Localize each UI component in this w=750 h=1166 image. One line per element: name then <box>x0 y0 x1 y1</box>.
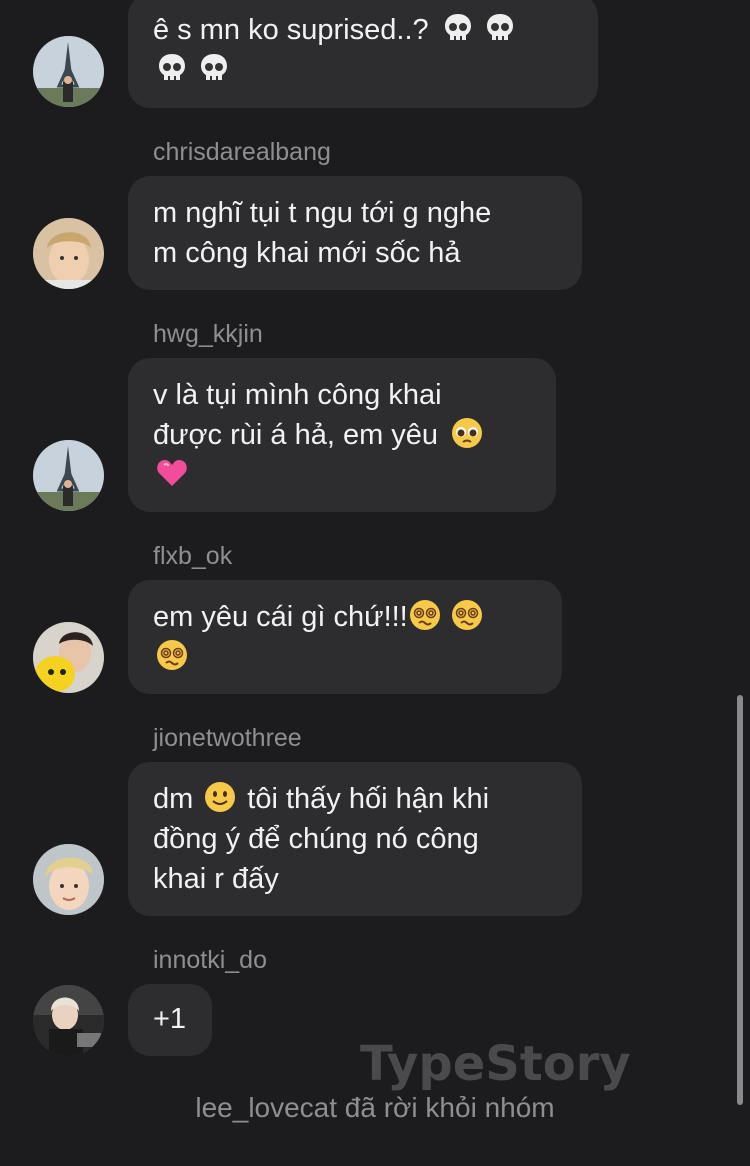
avatar[interactable] <box>33 218 104 289</box>
person-at-desk-photo <box>33 985 104 1056</box>
message-text: em yêu cái gì chứ!!! <box>153 601 408 633</box>
sender-name: chrisdarealbang <box>153 138 331 166</box>
message-text: dm <box>153 783 194 815</box>
typestory-watermark: TypeStory <box>360 1036 631 1092</box>
avatar[interactable] <box>33 844 104 915</box>
slightly-smiling-face-icon <box>203 780 237 814</box>
message-bubble[interactable]: v là tụi mình công khai được rùi á hả, e… <box>128 358 556 512</box>
face-with-spiral-eyes-icon <box>408 598 442 632</box>
sender-name: innotki_do <box>153 946 267 974</box>
sender-name: jionetwothree <box>153 724 302 752</box>
face-with-spiral-eyes-icon <box>155 638 189 672</box>
message-text: +1 <box>153 1003 187 1035</box>
message-bubble[interactable]: em yêu cái gì chứ!!! <box>128 580 562 694</box>
message-text: m công khai mới sốc hả <box>153 237 461 269</box>
message-bubble[interactable]: +1 <box>128 984 212 1056</box>
blond-person-photo <box>33 218 104 289</box>
message-text: được rùi á hả, em yêu <box>153 419 439 451</box>
message-text: v là tụi mình công khai <box>153 379 442 411</box>
message-text: đồng ý để chúng nó công <box>153 823 479 855</box>
avatar[interactable] <box>33 36 104 107</box>
message-bubble[interactable]: m nghĩ tụi t ngu tới g nghe m công khai … <box>128 176 582 290</box>
skull-icon <box>155 51 189 85</box>
scrollbar[interactable] <box>737 695 743 1105</box>
skull-icon <box>197 51 231 85</box>
blond-person-photo <box>33 844 104 915</box>
sender-name: hwg_kkjin <box>153 320 263 348</box>
system-message: lee_lovecat đã rời khỏi nhóm <box>195 1092 555 1123</box>
eiffel-tower-photo <box>33 36 104 107</box>
person-with-yellow-plush-photo <box>33 622 104 693</box>
avatar[interactable] <box>33 985 104 1056</box>
message-bubble[interactable]: dm tôi thấy hối hận khi đồng ý để chúng n… <box>128 762 582 916</box>
message-text: khai r đấy <box>153 863 279 895</box>
skull-icon <box>483 11 517 45</box>
message-text: tôi thấy hối hận khi <box>247 783 490 815</box>
pleading-face-icon <box>450 416 484 450</box>
message-text: m nghĩ tụi t ngu tới g nghe <box>153 197 492 229</box>
face-with-spiral-eyes-icon <box>450 598 484 632</box>
skull-icon <box>441 11 475 45</box>
pink-heart-icon <box>155 456 189 490</box>
sender-name: flxb_ok <box>153 542 233 570</box>
message-bubble[interactable]: ê s mn ko suprised..? <box>128 0 598 108</box>
eiffel-tower-photo <box>33 440 104 511</box>
avatar[interactable] <box>33 622 104 693</box>
message-text: ê s mn ko suprised..? <box>153 14 429 46</box>
avatar[interactable] <box>33 440 104 511</box>
